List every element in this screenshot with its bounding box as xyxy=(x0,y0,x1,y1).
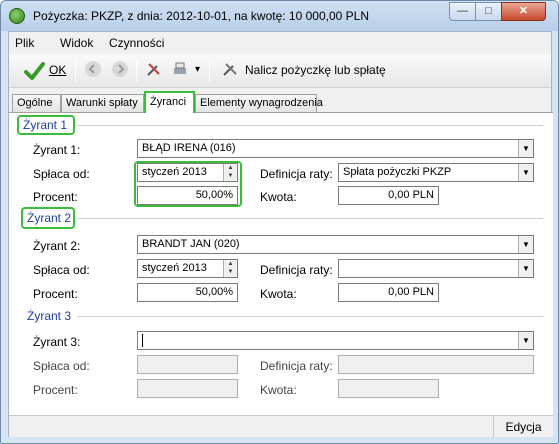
guarantor-1-value: BŁĄD IRENA (016) xyxy=(142,142,236,154)
guarantor-2-from-spinner[interactable]: styczeń 2013 ▲ ▼ xyxy=(137,259,238,278)
guarantor-2-percent-input[interactable]: 50,00% xyxy=(137,283,238,302)
tab-guarantors[interactable]: Żyranci xyxy=(144,91,195,113)
close-button[interactable]: ✕ xyxy=(501,2,546,21)
calculate-button[interactable]: Nalicz pożyczkę lub spłatę xyxy=(245,63,386,77)
text-caret xyxy=(142,334,143,347)
guarantor-3-from-spinner xyxy=(137,355,238,374)
guarantor-3-from-label: Spłaca od: xyxy=(33,359,90,373)
calculate-icon[interactable] xyxy=(219,60,241,82)
toolbar-separator xyxy=(75,60,76,82)
client-area: Plik Widok Czynności OK ▾ Nalicz pożyczk… xyxy=(8,31,553,438)
toolbar-separator xyxy=(136,60,137,82)
chevron-down-icon[interactable]: ▼ xyxy=(518,260,533,277)
guarantor-1-installment-value: Spłata pożyczki PKZP xyxy=(343,166,452,178)
guarantor-1-amount-input[interactable]: 0,00 PLN xyxy=(338,186,439,205)
status-mode: Edycja xyxy=(493,416,553,438)
guarantor-2-label: Żyrant 2: xyxy=(33,239,81,253)
tab-repayment-terms[interactable]: Warunki spłaty xyxy=(61,94,144,112)
print-dropdown-arrow[interactable]: ▾ xyxy=(195,64,200,75)
menu-view[interactable]: Widok xyxy=(60,36,93,50)
back-arrow-icon[interactable] xyxy=(82,60,104,82)
toolbar-separator xyxy=(209,60,210,82)
guarantor-2-installment-combo[interactable]: ▼ xyxy=(338,259,534,278)
maximize-button[interactable]: □ xyxy=(475,2,502,21)
guarantor-2-amount-label: Kwota: xyxy=(260,287,297,301)
guarantor-3-amount-label: Kwota: xyxy=(260,383,297,397)
menu-file[interactable]: Plik xyxy=(15,36,34,50)
app-icon xyxy=(9,8,25,24)
group-divider xyxy=(77,218,543,219)
guarantor-3-amount-input xyxy=(338,379,439,398)
status-bar: Edycja xyxy=(9,415,553,438)
minimize-button[interactable]: — xyxy=(449,2,476,21)
tab-general[interactable]: Ogólne xyxy=(12,94,61,112)
guarantor-1-combo[interactable]: BŁĄD IRENA (016) ▼ xyxy=(137,139,534,158)
group-title-guarantor-2: Żyrant 2 xyxy=(27,211,72,225)
tools-icon[interactable] xyxy=(143,60,165,82)
guarantor-2-installment-label: Definicja raty: xyxy=(260,263,333,277)
group-divider xyxy=(77,316,543,317)
chevron-down-icon[interactable]: ▼ xyxy=(518,236,533,253)
guarantor-2-percent-label: Procent: xyxy=(33,287,78,301)
group-title-guarantor-3: Żyrant 3 xyxy=(27,309,72,323)
guarantor-3-installment-label: Definicja raty: xyxy=(260,359,333,373)
guarantor-2-combo[interactable]: BRANDT JAN (020) ▼ xyxy=(137,235,534,254)
toolbar: OK ▾ Nalicz pożyczkę lub spłatę xyxy=(9,54,551,88)
chevron-down-icon[interactable]: ▼ xyxy=(518,140,533,157)
guarantor-1-installment-combo[interactable]: Spłata pożyczki PKZP ▼ xyxy=(338,163,534,182)
guarantor-1-from-value: styczeń 2013 xyxy=(142,166,207,178)
guarantor-1-percent-input[interactable]: 50,00% xyxy=(137,186,238,205)
menu-actions[interactable]: Czynności xyxy=(109,36,164,50)
ok-check-icon[interactable] xyxy=(23,60,45,82)
guarantor-1-label: Żyrant 1: xyxy=(33,143,81,157)
guarantor-3-percent-label: Procent: xyxy=(33,383,78,397)
spinner-arrows-icon[interactable]: ▲ ▼ xyxy=(223,260,237,277)
guarantor-2-value: BRANDT JAN (020) xyxy=(142,238,240,250)
guarantor-2-amount-input[interactable]: 0,00 PLN xyxy=(338,283,439,302)
window-title: Pożyczka: PKZP, z dnia: 2012-10-01, na k… xyxy=(33,9,369,23)
guarantor-1-from-spinner[interactable]: styczeń 2013 ▲ ▼ xyxy=(137,163,238,182)
guarantor-1-percent-label: Procent: xyxy=(33,190,78,204)
guarantor-1-from-label: Spłaca od: xyxy=(33,167,90,181)
menu-bar: Plik Widok Czynności xyxy=(9,32,551,54)
guarantor-2-from-value: styczeń 2013 xyxy=(142,262,207,274)
print-icon[interactable] xyxy=(169,60,191,82)
app-window: Pożyczka: PKZP, z dnia: 2012-10-01, na k… xyxy=(0,0,559,444)
spinner-arrows-icon[interactable]: ▲ ▼ xyxy=(223,164,237,181)
forward-arrow-icon[interactable] xyxy=(109,60,131,82)
guarantor-3-installment-combo xyxy=(338,355,534,374)
guarantor-3-combo[interactable]: ▼ xyxy=(137,331,534,350)
group-title-guarantor-1: Żyrant 1 xyxy=(23,118,68,132)
guarantor-1-amount-label: Kwota: xyxy=(260,190,297,204)
guarantor-1-installment-label: Definicja raty: xyxy=(260,167,333,181)
guarantor-2-from-label: Spłaca od: xyxy=(33,263,90,277)
guarantor-3-label: Żyrant 3: xyxy=(33,335,81,349)
tab-strip: Ogólne Warunki spłaty Żyranci Elementy w… xyxy=(9,91,551,113)
title-bar[interactable]: Pożyczka: PKZP, z dnia: 2012-10-01, na k… xyxy=(1,1,558,31)
group-divider xyxy=(77,125,543,126)
chevron-down-icon[interactable]: ▼ xyxy=(518,164,533,181)
ok-button[interactable]: OK xyxy=(49,63,66,77)
guarantor-3-percent-input xyxy=(137,379,238,398)
tab-salary-elements[interactable]: Elementy wynagrodzenia xyxy=(195,94,323,112)
guarantors-panel: Żyrant 1 Żyrant 1: BŁĄD IRENA (016) ▼ Sp… xyxy=(9,112,553,415)
chevron-down-icon[interactable]: ▼ xyxy=(518,332,533,349)
